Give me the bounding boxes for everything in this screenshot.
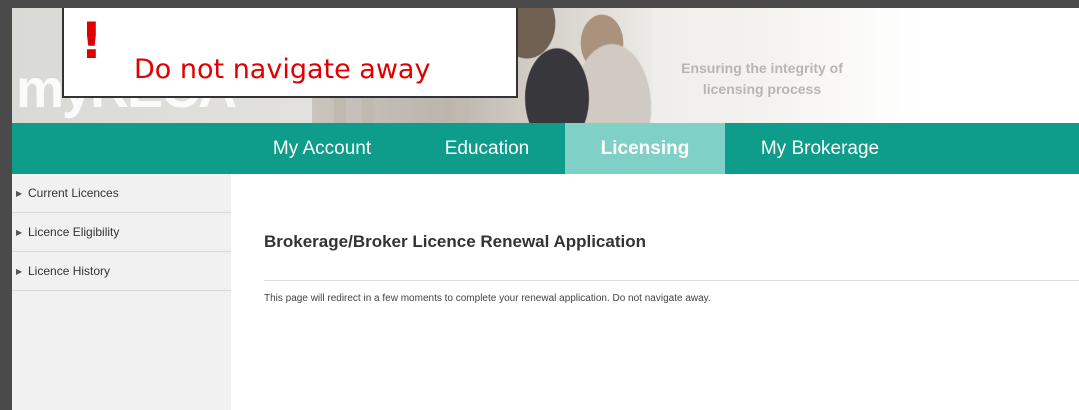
- main-nav: My Account Education Licensing My Broker…: [12, 123, 1079, 174]
- nav-my-account[interactable]: My Account: [252, 123, 392, 174]
- redirect-message: This page will redirect in a few moments…: [264, 293, 711, 304]
- browser-frame: myRECA Ensuring the integrity of licensi…: [0, 0, 1079, 410]
- caret-right-icon: ▶: [16, 228, 23, 237]
- nav-licensing[interactable]: Licensing: [565, 123, 725, 174]
- sidebar-item-label: Licence Eligibility: [28, 225, 120, 239]
- sidebar-item-label: Licence History: [28, 264, 111, 278]
- sidebar-item-licence-history[interactable]: ▶ Licence History: [12, 252, 231, 291]
- sidebar-item-licence-eligibility[interactable]: ▶ Licence Eligibility: [12, 213, 231, 252]
- divider: [264, 280, 1079, 281]
- tagline-line-1: Ensuring the integrity of: [681, 60, 843, 76]
- tagline-line-2: licensing process: [702, 81, 822, 97]
- caret-right-icon: ▶: [16, 189, 23, 198]
- warning-text: Do not navigate away: [134, 54, 431, 85]
- banner-tagline: Ensuring the integrity of licensing proc…: [632, 58, 892, 100]
- sidebar-item-current-licences[interactable]: ▶ Current Licences: [12, 174, 231, 213]
- caret-right-icon: ▶: [16, 267, 23, 276]
- warning-callout: ! Do not navigate away: [62, 8, 518, 98]
- sidebar-item-label: Current Licences: [28, 186, 119, 200]
- nav-my-brokerage[interactable]: My Brokerage: [740, 123, 900, 174]
- exclamation-icon: !: [80, 12, 103, 70]
- sidebar: ▶ Current Licences ▶ Licence Eligibility…: [12, 174, 231, 410]
- page-title: Brokerage/Broker Licence Renewal Applica…: [264, 232, 646, 251]
- nav-education[interactable]: Education: [417, 123, 557, 174]
